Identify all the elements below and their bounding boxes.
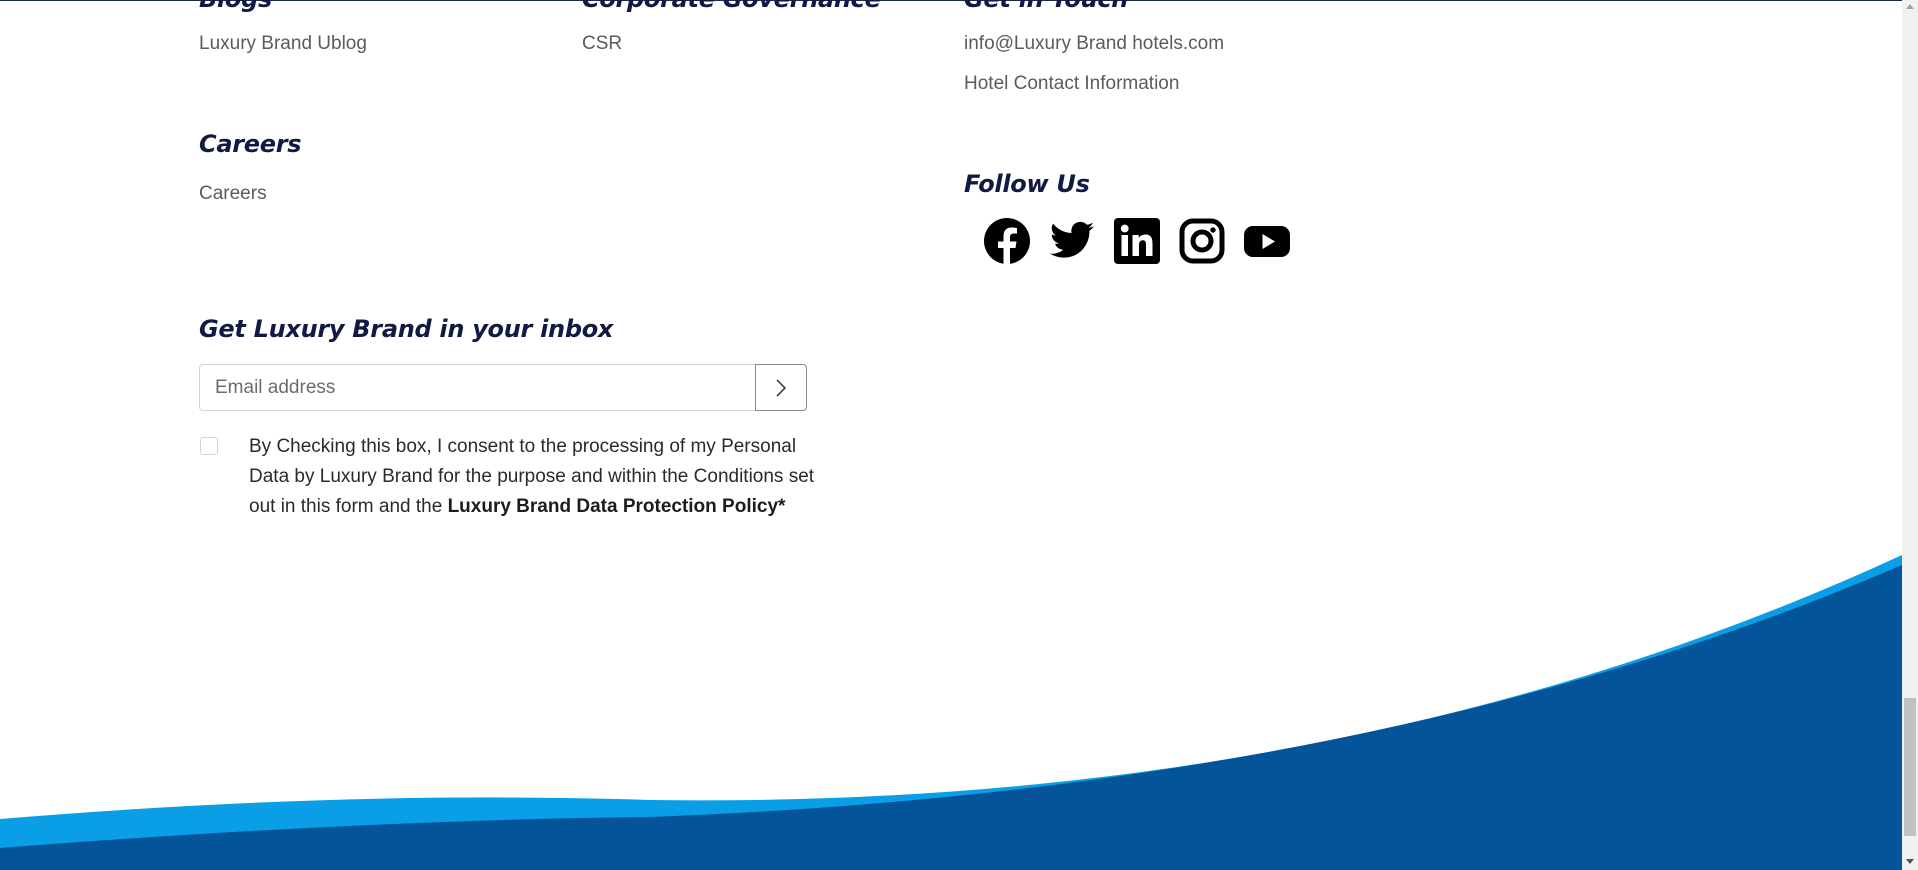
consent-text: By Checking this box, I consent to the p… [249,432,819,522]
csr-link[interactable]: CSR [582,33,622,55]
consent-checkbox[interactable] [200,437,218,455]
page-scrollbar[interactable] [1902,0,1918,870]
facebook-icon[interactable] [983,217,1031,265]
contact-email-link[interactable]: info@Luxury Brand hotels.com [964,33,1224,55]
newsletter-form [199,364,807,411]
newsletter-heading: Get Luxury Brand in your inbox [199,315,614,343]
twitter-icon[interactable] [1048,217,1096,265]
email-input[interactable] [199,364,756,411]
careers-link[interactable]: Careers [199,183,267,205]
get-in-touch-heading: Get in Touch [964,0,1128,13]
scroll-down-arrow-icon[interactable] [1906,859,1914,864]
newsletter-submit-button[interactable] [755,364,807,411]
youtube-icon[interactable] [1243,217,1291,265]
data-protection-policy-link[interactable]: Luxury Brand Data Protection Policy* [448,496,786,517]
scroll-up-arrow-icon[interactable] [1906,4,1914,9]
hotel-contact-link[interactable]: Hotel Contact Information [964,73,1179,95]
instagram-icon[interactable] [1178,217,1226,265]
follow-us-heading: Follow Us [964,170,1090,198]
scrollbar-thumb[interactable] [1904,698,1916,836]
careers-heading: Careers [199,130,302,158]
chevron-right-icon [776,378,787,397]
ublog-link[interactable]: Luxury Brand Ublog [199,33,367,55]
blogs-heading: Blogs [199,0,272,13]
corporate-governance-heading: Corporate Governance [582,0,881,13]
linkedin-icon[interactable] [1113,217,1161,265]
top-border [0,0,1902,1]
